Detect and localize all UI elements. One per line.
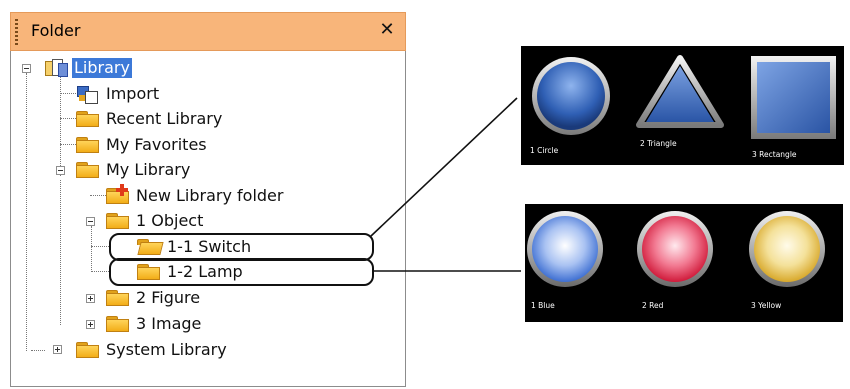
circle-switch-icon[interactable]	[532, 57, 610, 135]
triangle-switch-icon[interactable]	[636, 55, 724, 128]
rectangle-switch-icon[interactable]	[751, 56, 836, 139]
lamp-caption-red: 2 Red	[642, 301, 664, 310]
switch-caption-rectangle: 3 Rectangle	[752, 150, 797, 159]
blue-lamp-icon[interactable]	[527, 211, 603, 287]
lamp-preview: 1 Blue 2 Red 3 Yellow	[525, 204, 843, 322]
switch-caption-triangle: 2 Triangle	[640, 139, 677, 148]
yellow-lamp-icon[interactable]	[749, 211, 825, 287]
red-lamp-icon[interactable]	[637, 211, 713, 287]
lamp-caption-yellow: 3 Yellow	[751, 301, 782, 310]
lamp-caption-blue: 1 Blue	[531, 301, 555, 310]
switch-preview: 1 Circle 2 Triangle 3 Rectangle	[521, 46, 844, 165]
switch-caption-circle: 1 Circle	[530, 146, 559, 155]
